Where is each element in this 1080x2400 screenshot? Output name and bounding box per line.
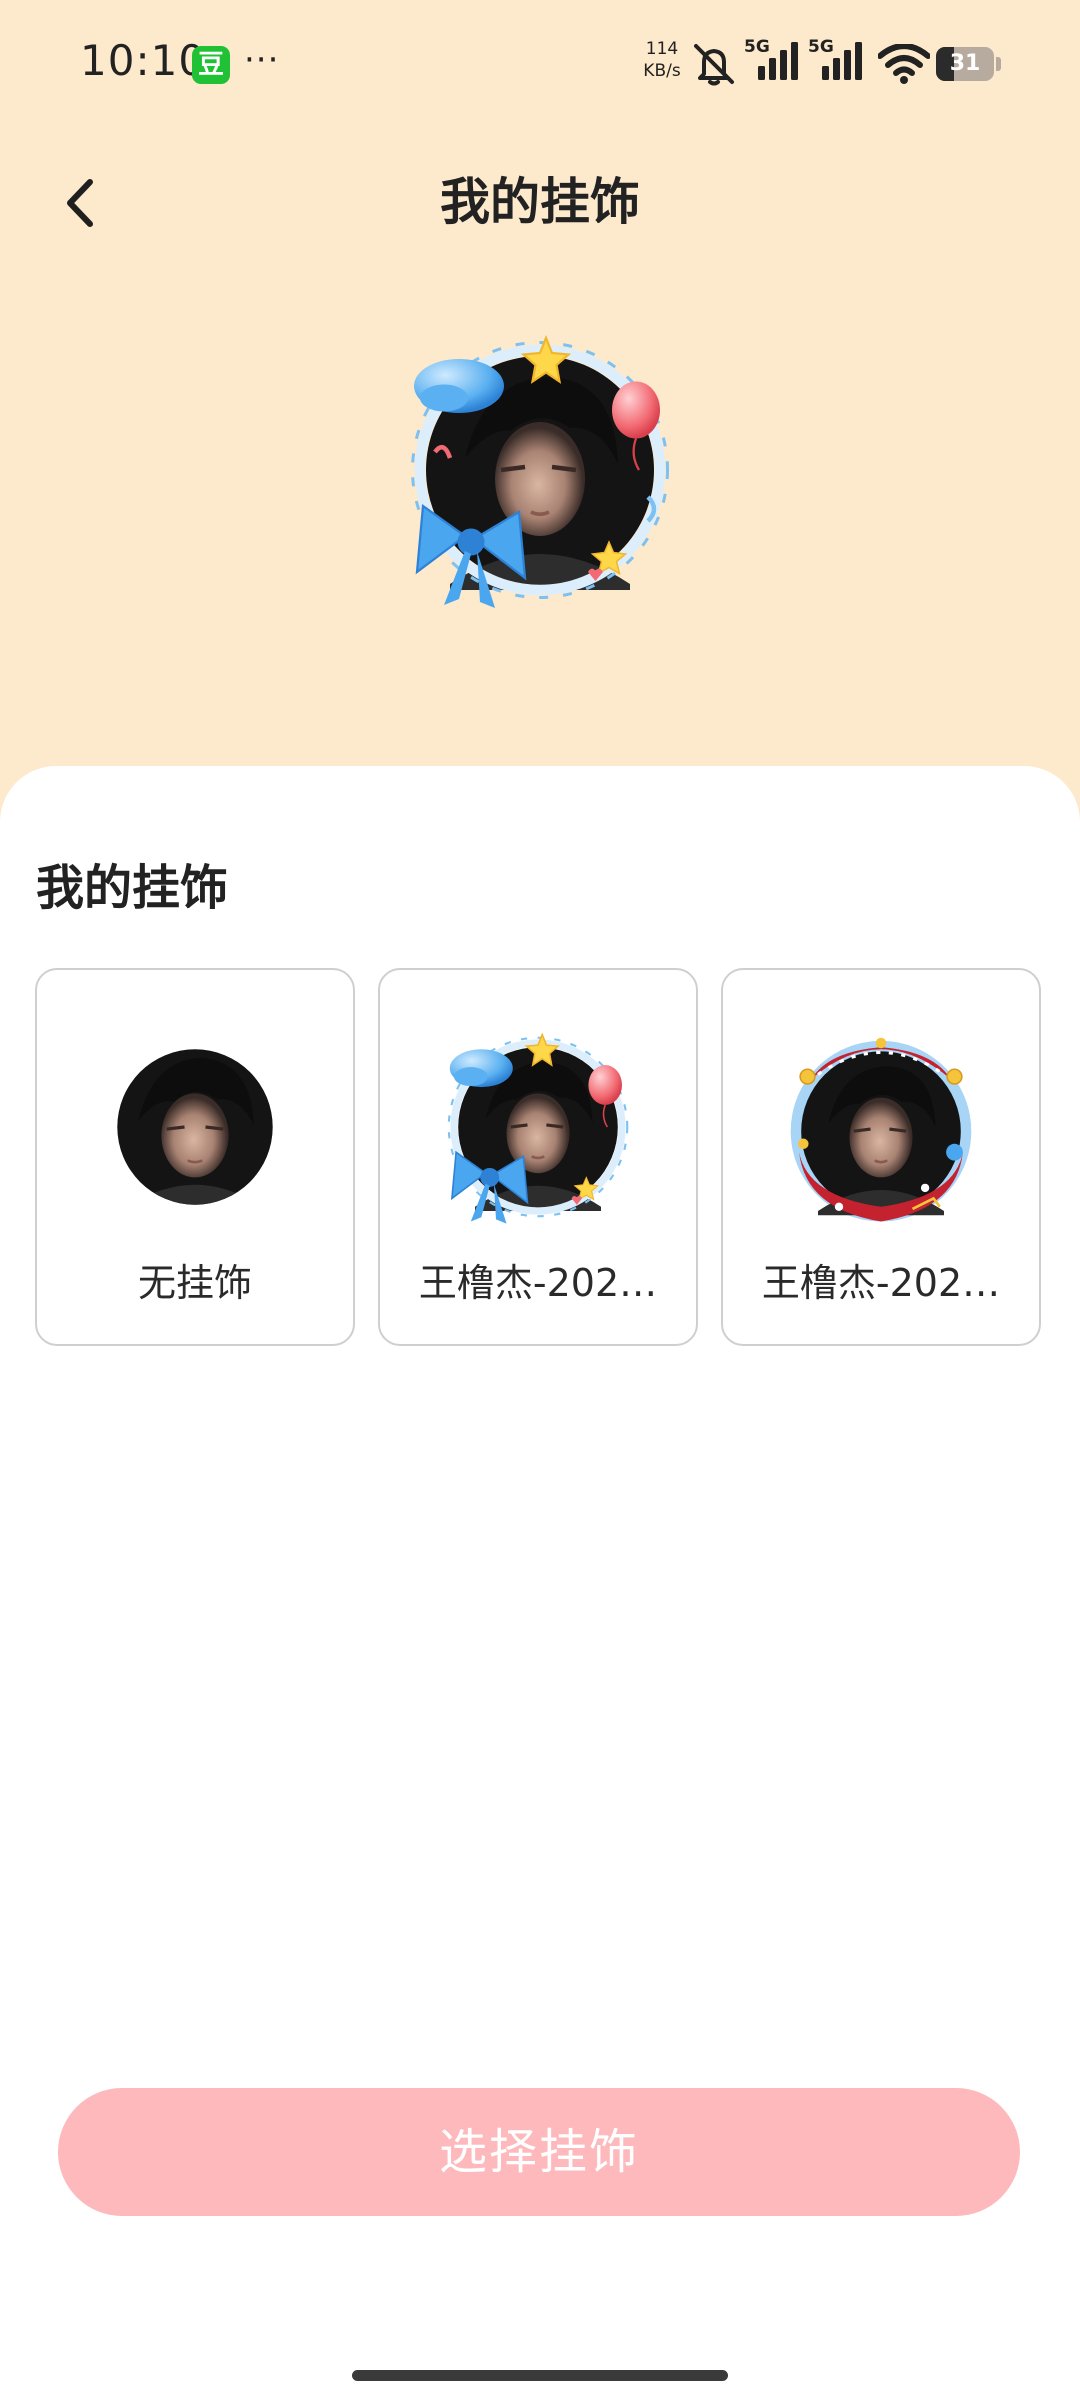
decoration-card-red[interactable]: 王橹杰-202… <box>721 968 1041 1346</box>
more-notifications-icon: ··· <box>244 40 280 80</box>
decoration-card-none[interactable]: 无挂饰 <box>35 968 355 1346</box>
section-title: 我的挂饰 <box>36 860 229 916</box>
home-indicator[interactable] <box>352 2370 728 2381</box>
avatar-image <box>117 1049 273 1205</box>
avatar-preview <box>390 320 690 620</box>
battery-tip <box>996 57 1001 71</box>
signal-5g-icon: 5G <box>808 37 862 80</box>
signal-1-label: 5G <box>744 37 770 57</box>
page-title: 我的挂饰 <box>440 173 640 231</box>
status-time: 10:10 <box>80 36 207 85</box>
avatar-with-frame-image <box>790 1037 972 1222</box>
mute-icon <box>694 44 734 86</box>
decoration-label: 无挂饰 <box>137 1261 252 1305</box>
avatar-with-frame-image <box>447 1032 629 1224</box>
net-speed-unit: KB/s <box>643 61 681 81</box>
decoration-label: 王橹杰-202… <box>761 1261 1001 1305</box>
decoration-list: 无挂饰 王橹杰-202… 王橹杰-202… <box>35 968 1045 1350</box>
battery-icon: 31 <box>936 47 994 81</box>
wifi-icon <box>878 44 930 84</box>
signal-5g-icon: 5G <box>744 37 798 80</box>
app-notification-badge: 豆 <box>192 46 230 84</box>
signal-2-label: 5G <box>808 37 834 57</box>
net-speed: 114 KB/s <box>638 38 686 82</box>
decoration-label: 王橹杰-202… <box>418 1261 658 1305</box>
decoration-card-blue[interactable]: 王橹杰-202… <box>378 968 698 1346</box>
avatar-with-frame-image <box>411 334 669 608</box>
net-speed-value: 114 <box>645 39 679 59</box>
select-decoration-button[interactable]: 选择挂饰 <box>58 2088 1020 2216</box>
battery-level: 31 <box>949 51 981 76</box>
status-bar: 10:10 豆 ··· 114 KB/s 5G 5G 31 <box>0 0 1080 130</box>
